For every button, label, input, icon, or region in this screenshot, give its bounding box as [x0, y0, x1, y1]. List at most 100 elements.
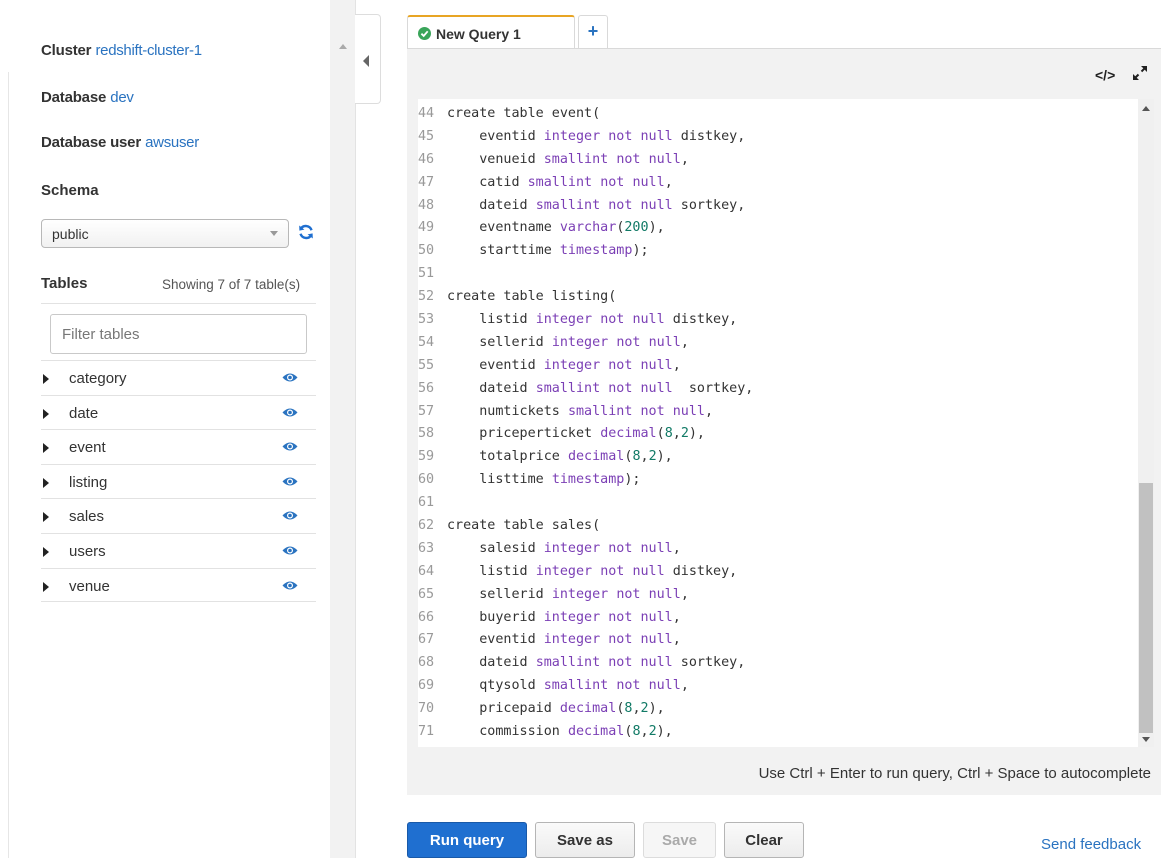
line-number: 65 [418, 584, 447, 607]
save-button[interactable]: Save [643, 822, 716, 858]
code-text: qtysold smallint not null, [447, 678, 689, 693]
caret-right-icon[interactable] [43, 582, 49, 592]
tables-count: Showing 7 of 7 table(s) [162, 277, 300, 292]
code-text: eventname varchar(200), [447, 220, 665, 235]
line-number: 63 [418, 538, 447, 561]
code-text: create table sales( [447, 518, 600, 533]
code-line: 57 numtickets smallint not null, [418, 401, 753, 424]
schema-select[interactable]: public [41, 219, 289, 248]
clear-button[interactable]: Clear [724, 822, 804, 858]
eye-icon[interactable] [282, 476, 298, 487]
code-text: eventid integer not null, [447, 632, 681, 647]
table-name: sales [69, 508, 104, 525]
table-item-category[interactable]: category [41, 360, 316, 395]
caret-right-icon[interactable] [43, 547, 49, 557]
panel-splitter[interactable] [330, 0, 356, 858]
code-text: dateid smallint not null sortkey, [447, 198, 745, 213]
code-line: 59 totalprice decimal(8,2), [418, 446, 753, 469]
line-number: 57 [418, 401, 447, 424]
database-user-link[interactable]: awsuser [145, 134, 199, 151]
code-text: listid integer not null distkey, [447, 312, 737, 327]
code-line: 69 qtysold smallint not null, [418, 675, 753, 698]
table-item-date[interactable]: date [41, 395, 316, 430]
code-line: 72 saletime timestamp); [418, 744, 753, 747]
expand-icon[interactable] [1131, 64, 1149, 82]
shortcut-hint: Use Ctrl + Enter to run query, Ctrl + Sp… [759, 765, 1151, 782]
code-text: sellerid integer not null, [447, 587, 689, 602]
table-name: category [69, 370, 127, 387]
code-line: 48 dateid smallint not null sortkey, [418, 195, 753, 218]
caret-right-icon[interactable] [43, 478, 49, 488]
scroll-up-icon[interactable] [1142, 106, 1150, 111]
caret-right-icon[interactable] [43, 374, 49, 384]
code-text: eventid integer not null distkey, [447, 129, 745, 144]
code-line: 51 [418, 263, 753, 286]
filter-tables-input[interactable] [50, 314, 307, 354]
caret-right-icon[interactable] [43, 512, 49, 522]
collapse-sidebar-button[interactable] [355, 14, 381, 104]
code-format-icon[interactable]: </> [1095, 67, 1115, 83]
table-item-users[interactable]: users [41, 533, 316, 568]
schema-heading: Schema [41, 182, 99, 199]
code-text: eventid integer not null, [447, 358, 681, 373]
code-line: 53 listid integer not null distkey, [418, 309, 753, 332]
check-circle-icon [418, 27, 431, 40]
line-number: 64 [418, 561, 447, 584]
chevron-left-icon [363, 55, 369, 67]
code-line: 58 priceperticket decimal(8,2), [418, 423, 753, 446]
chevron-down-icon [270, 231, 278, 236]
code-line: 64 listid integer not null distkey, [418, 561, 753, 584]
caret-right-icon[interactable] [43, 409, 49, 419]
code-line: 65 sellerid integer not null, [418, 584, 753, 607]
line-number: 46 [418, 149, 447, 172]
line-number: 70 [418, 698, 447, 721]
line-number: 49 [418, 217, 447, 240]
eye-icon[interactable] [282, 580, 298, 591]
refresh-icon[interactable] [296, 222, 316, 242]
line-number: 66 [418, 607, 447, 630]
table-item-listing[interactable]: listing [41, 464, 316, 499]
send-feedback-link[interactable]: Send feedback [1041, 836, 1141, 853]
database-label: Database [41, 89, 106, 106]
editor-toolbar: </> [407, 48, 1161, 98]
line-number: 58 [418, 423, 447, 446]
table-item-sales[interactable]: sales [41, 498, 316, 533]
database-user-label: Database user [41, 134, 141, 151]
scroll-down-icon[interactable] [1142, 737, 1150, 742]
cluster-link[interactable]: redshift-cluster-1 [95, 42, 201, 59]
table-item-event[interactable]: event [41, 429, 316, 464]
scroll-up-icon[interactable] [339, 44, 347, 49]
scrollbar-thumb[interactable] [1139, 483, 1153, 733]
tables-heading: Tables [41, 275, 87, 292]
code-text: dateid smallint not null sortkey, [447, 381, 753, 396]
code-text: commission decimal(8,2), [447, 724, 673, 739]
sql-editor[interactable]: 44create table event(45 eventid integer … [418, 99, 1138, 747]
code-line: 63 salesid integer not null, [418, 538, 753, 561]
code-line: 61 [418, 492, 753, 515]
database-user-info: Database user awsuser [41, 134, 199, 151]
table-name: venue [69, 578, 110, 595]
code-line: 44create table event( [418, 103, 753, 126]
code-line: 71 commission decimal(8,2), [418, 721, 753, 744]
eye-icon[interactable] [282, 545, 298, 556]
eye-icon[interactable] [282, 407, 298, 418]
line-number: 67 [418, 629, 447, 652]
table-name: listing [69, 474, 107, 491]
line-number: 45 [418, 126, 447, 149]
line-number: 53 [418, 309, 447, 332]
editor-scrollbar[interactable] [1138, 99, 1154, 747]
run-query-button[interactable]: Run query [407, 822, 527, 858]
save-as-button[interactable]: Save as [535, 822, 635, 858]
table-item-venue[interactable]: venue [41, 568, 316, 603]
eye-icon[interactable] [282, 372, 298, 383]
add-tab-button[interactable]: + [578, 15, 608, 49]
line-number: 59 [418, 446, 447, 469]
code-text: create table listing( [447, 289, 616, 304]
caret-right-icon[interactable] [43, 443, 49, 453]
eye-icon[interactable] [282, 510, 298, 521]
tab-new-query-1[interactable]: New Query 1 [407, 15, 575, 49]
database-link[interactable]: dev [110, 89, 133, 106]
code-line: 60 listtime timestamp); [418, 469, 753, 492]
eye-icon[interactable] [282, 441, 298, 452]
line-number: 51 [418, 263, 447, 286]
